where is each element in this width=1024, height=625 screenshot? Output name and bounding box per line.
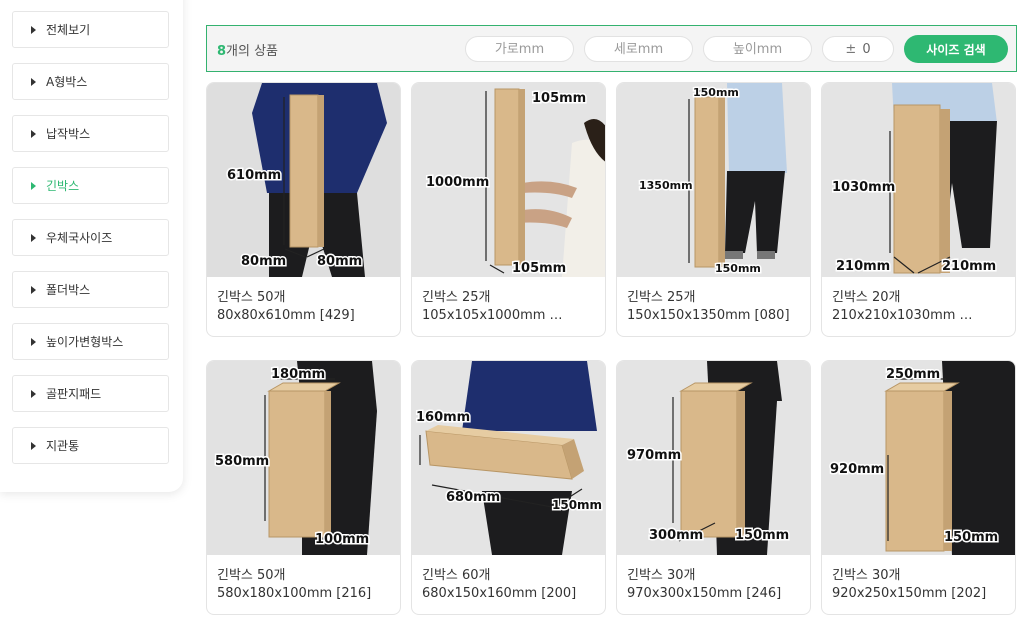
dimension-label: 180mm [271,367,325,382]
product-dimensions: 920x250x150mm [202] [832,586,987,601]
dimension-label: 210mm [836,259,890,274]
product-dimensions: 150x150x1350mm [080] [627,308,790,323]
triangle-right-icon [31,181,36,190]
product-image: 250mm 920mm 150mm [822,361,1015,555]
dimension-label: 920mm [830,462,884,477]
dimension-label: 970mm [627,448,681,463]
product-dimensions: 210x210x1030mm … [832,308,973,323]
product-image: 105mm 1000mm 105mm [412,83,605,277]
plus-minus-icon: ± [845,41,857,57]
sidebar-item-post-office-size[interactable]: 우체국사이즈 [12,219,169,256]
product-name: 긴박스 30개 [627,568,696,583]
product-name: 긴박스 20개 [832,290,901,305]
dimension-label: 250mm [886,367,940,382]
dimension-label: 580mm [215,454,269,469]
sidebar-item-label: 우체국사이즈 [46,231,113,245]
dimension-label: 105mm [512,261,566,276]
triangle-right-icon [31,129,36,138]
sidebar-item-label: 긴박스 [46,179,80,193]
product-card[interactable]: 160mm 680mm 150mm 긴박스 60개 680x150x160mm … [411,360,606,615]
dimension-label: 1350mm [639,179,693,192]
product-card[interactable]: 250mm 920mm 150mm 긴박스 30개 920x250x150mm … [821,360,1016,615]
triangle-right-icon [31,285,36,294]
product-card[interactable]: 1030mm 210mm 210mm 긴박스 20개 210x210x1030m… [821,82,1016,337]
sidebar-item-label: 골판지패드 [46,387,102,401]
dimension-label: 150mm [715,262,761,275]
sidebar-item-label: 지관통 [46,439,80,453]
sidebar-item-folder-box[interactable]: 폴더박스 [12,271,169,308]
triangle-right-icon [31,233,36,242]
product-image: 180mm 580mm 100mm [207,361,400,555]
product-name: 긴박스 25개 [422,290,491,305]
product-card[interactable]: 180mm 580mm 100mm 긴박스 50개 580x180x100mm … [206,360,401,615]
tolerance-value: 0 [862,41,871,57]
sidebar-item-flat-box[interactable]: 납작박스 [12,115,169,152]
product-image: 970mm 300mm 150mm [617,361,810,555]
product-count-suffix: 개의 상품 [226,44,279,59]
depth-input[interactable] [584,36,693,62]
height-input[interactable] [703,36,812,62]
sidebar-item-all[interactable]: 전체보기 [12,11,169,48]
product-dimensions: 580x180x100mm [216] [217,586,372,601]
product-image: 1030mm 210mm 210mm [822,83,1015,277]
sidebar-item-label: 높이가변형박스 [46,335,124,349]
product-image: 160mm 680mm 150mm [412,361,605,555]
dimension-label: 160mm [416,410,470,425]
product-dimensions: 80x80x610mm [429] [217,308,355,323]
product-name: 긴박스 60개 [422,568,491,583]
product-dimensions: 970x300x150mm [246] [627,586,782,601]
product-dimensions: 680x150x160mm [200] [422,586,577,601]
size-search-bar: 8개의 상품 ± 0 사이즈 검색 [206,25,1017,72]
dimension-label: 610mm [227,168,281,183]
dimension-label: 105mm [532,91,586,106]
dimension-label: 680mm [446,490,500,505]
sidebar-item-corrugated-pad[interactable]: 골판지패드 [12,375,169,412]
dimension-label: 150mm [944,530,998,545]
product-count: 8개의 상품 [217,40,278,59]
triangle-right-icon [31,25,36,34]
product-card[interactable]: 610mm 80mm 80mm 긴박스 50개 80x80x610mm [429… [206,82,401,337]
dimension-label: 210mm [942,259,996,274]
dimension-label: 80mm [317,254,362,269]
product-card[interactable]: 150mm 1350mm 150mm 긴박스 25개 150x150x1350m… [616,82,811,337]
product-card[interactable]: 970mm 300mm 150mm 긴박스 30개 970x300x150mm … [616,360,811,615]
triangle-right-icon [31,389,36,398]
product-name: 긴박스 30개 [832,568,901,583]
product-name: 긴박스 50개 [217,290,286,305]
sidebar-item-paper-tube[interactable]: 지관통 [12,427,169,464]
triangle-right-icon [31,441,36,450]
category-sidebar: 전체보기 A형박스 납작박스 긴박스 우체국사이즈 폴더박스 높이가변형박스 골… [0,0,183,492]
sidebar-item-adjustable-height-box[interactable]: 높이가변형박스 [12,323,169,360]
product-image: 610mm 80mm 80mm [207,83,400,277]
tolerance-field[interactable]: ± 0 [822,36,894,62]
size-search-button[interactable]: 사이즈 검색 [904,35,1008,63]
dimension-label: 150mm [552,498,602,512]
dimension-label: 80mm [241,254,286,269]
sidebar-item-a-type-box[interactable]: A형박스 [12,63,169,100]
sidebar-item-long-box[interactable]: 긴박스 [12,167,169,204]
sidebar-item-label: A형박스 [46,75,88,89]
product-name: 긴박스 25개 [627,290,696,305]
dimension-label: 1000mm [426,175,489,190]
product-dimensions: 105x105x1000mm … [422,308,563,323]
dimension-label: 150mm [693,86,739,99]
dimension-label: 150mm [735,528,789,543]
triangle-right-icon [31,337,36,346]
triangle-right-icon [31,77,36,86]
product-image: 150mm 1350mm 150mm [617,83,810,277]
dimension-label: 1030mm [832,180,895,195]
dimension-label: 300mm [649,528,703,543]
sidebar-item-label: 폴더박스 [46,283,91,297]
width-input[interactable] [465,36,574,62]
product-count-number: 8 [217,44,227,59]
sidebar-item-label: 납작박스 [46,127,91,141]
dimension-label: 100mm [315,532,369,547]
sidebar-item-label: 전체보기 [46,23,91,37]
product-card[interactable]: 105mm 1000mm 105mm 긴박스 25개 105x105x1000m… [411,82,606,337]
product-name: 긴박스 50개 [217,568,286,583]
